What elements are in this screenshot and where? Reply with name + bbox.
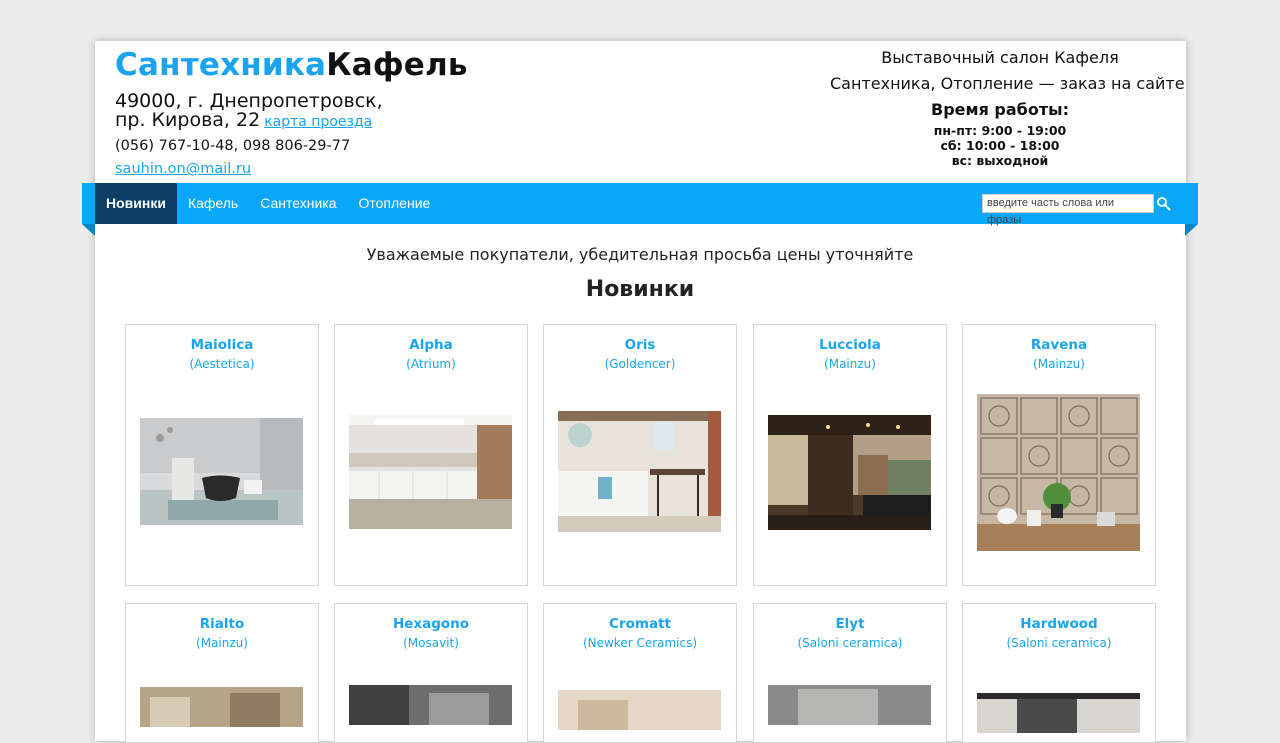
salon-subtitle: Сантехника, Отопление — заказ на сайте bbox=[830, 74, 1185, 93]
salon-title: Выставочный салон Кафеля bbox=[881, 48, 1119, 67]
product-brand: (Mosavit) bbox=[403, 636, 459, 650]
product-image[interactable] bbox=[349, 415, 512, 529]
product-image[interactable] bbox=[768, 685, 931, 725]
logo-part-1: Сантехника bbox=[115, 47, 327, 83]
hours-weekdays: пн-пт: 9:00 - 19:00 bbox=[933, 123, 1067, 138]
product-image[interactable] bbox=[768, 415, 931, 530]
product-image[interactable] bbox=[977, 394, 1140, 551]
nav-item-otoplenie[interactable]: Отопление bbox=[348, 183, 442, 224]
product-brand: (Saloni ceramica) bbox=[1006, 636, 1112, 650]
email-link[interactable]: sauhin.on@mail.ru bbox=[115, 161, 251, 177]
search-input[interactable]: введите часть слова или фразы bbox=[982, 194, 1154, 226]
product-card[interactable]: Lucciola (Mainzu) bbox=[753, 324, 947, 586]
product-name[interactable]: Hardwood bbox=[963, 616, 1155, 632]
product-name[interactable]: Oris bbox=[544, 337, 736, 353]
site-logo[interactable]: СантехникаКафель bbox=[115, 47, 468, 83]
product-name[interactable]: Elyt bbox=[754, 616, 946, 632]
product-card[interactable]: Ravena (Mainzu) bbox=[962, 324, 1156, 586]
price-notice: Уважаемые покупатели, убедительная прось… bbox=[366, 245, 914, 264]
product-name[interactable]: Hexagono bbox=[335, 616, 527, 632]
nav-item-novinki[interactable]: Новинки bbox=[95, 183, 177, 224]
product-name[interactable]: Maiolica bbox=[126, 337, 318, 353]
product-card[interactable]: Hexagono (Mosavit) bbox=[334, 603, 528, 743]
product-name[interactable]: Rialto bbox=[126, 616, 318, 632]
product-card[interactable]: Cromatt (Newker Ceramics) bbox=[543, 603, 737, 743]
hours-title: Время работы: bbox=[931, 100, 1069, 119]
product-name[interactable]: Alpha bbox=[335, 337, 527, 353]
product-image[interactable] bbox=[140, 687, 303, 727]
hours-saturday: сб: 10:00 - 18:00 bbox=[940, 138, 1060, 153]
nav-ribbon-right bbox=[1185, 224, 1198, 236]
main-nav: Новинки Кафель Сантехника Отопление введ… bbox=[82, 183, 1198, 226]
nav-ribbon-left bbox=[82, 224, 95, 236]
product-brand: (Mainzu) bbox=[824, 357, 876, 371]
map-link[interactable]: карта проезда bbox=[264, 114, 372, 130]
product-card[interactable]: Hardwood (Saloni ceramica) bbox=[962, 603, 1156, 743]
product-brand: (Newker Ceramics) bbox=[582, 636, 698, 650]
product-card[interactable]: Alpha (Atrium) bbox=[334, 324, 528, 586]
address-line-2: пр. Кирова, 22 карта проезда bbox=[115, 109, 372, 131]
header-info: Выставочный салон Кафеля Сантехника, Ото… bbox=[830, 47, 1185, 168]
product-brand: (Aestetica) bbox=[189, 357, 255, 371]
address-street: пр. Кирова, 22 bbox=[115, 109, 261, 131]
product-name[interactable]: Ravena bbox=[963, 337, 1155, 353]
product-brand: (Atrium) bbox=[406, 357, 456, 371]
nav-item-santehnika[interactable]: Сантехника bbox=[249, 183, 347, 224]
product-card[interactable]: Oris (Goldencer) bbox=[543, 324, 737, 586]
product-image[interactable] bbox=[140, 418, 303, 525]
product-image[interactable] bbox=[558, 690, 721, 730]
product-image[interactable] bbox=[977, 693, 1140, 733]
product-card[interactable]: Elyt (Saloni ceramica) bbox=[753, 603, 947, 743]
search-icon[interactable] bbox=[1156, 196, 1172, 212]
product-card[interactable]: Rialto (Mainzu) bbox=[125, 603, 319, 743]
nav-item-kafel[interactable]: Кафель bbox=[177, 183, 249, 224]
product-brand: (Goldencer) bbox=[604, 357, 676, 371]
product-name[interactable]: Lucciola bbox=[754, 337, 946, 353]
product-brand: (Saloni ceramica) bbox=[797, 636, 903, 650]
product-card[interactable]: Maiolica (Aestetica) bbox=[125, 324, 319, 586]
product-image[interactable] bbox=[558, 411, 721, 532]
product-brand: (Mainzu) bbox=[1033, 357, 1085, 371]
phone-numbers: (056) 767-10-48, 098 806-29-77 bbox=[115, 138, 351, 154]
section-title: Новинки bbox=[585, 277, 695, 302]
hours-sunday: вс: выходной bbox=[951, 153, 1049, 168]
product-brand: (Mainzu) bbox=[196, 636, 248, 650]
product-name[interactable]: Cromatt bbox=[544, 616, 736, 632]
product-image[interactable] bbox=[349, 685, 512, 725]
logo-part-2: Кафель bbox=[326, 47, 468, 83]
